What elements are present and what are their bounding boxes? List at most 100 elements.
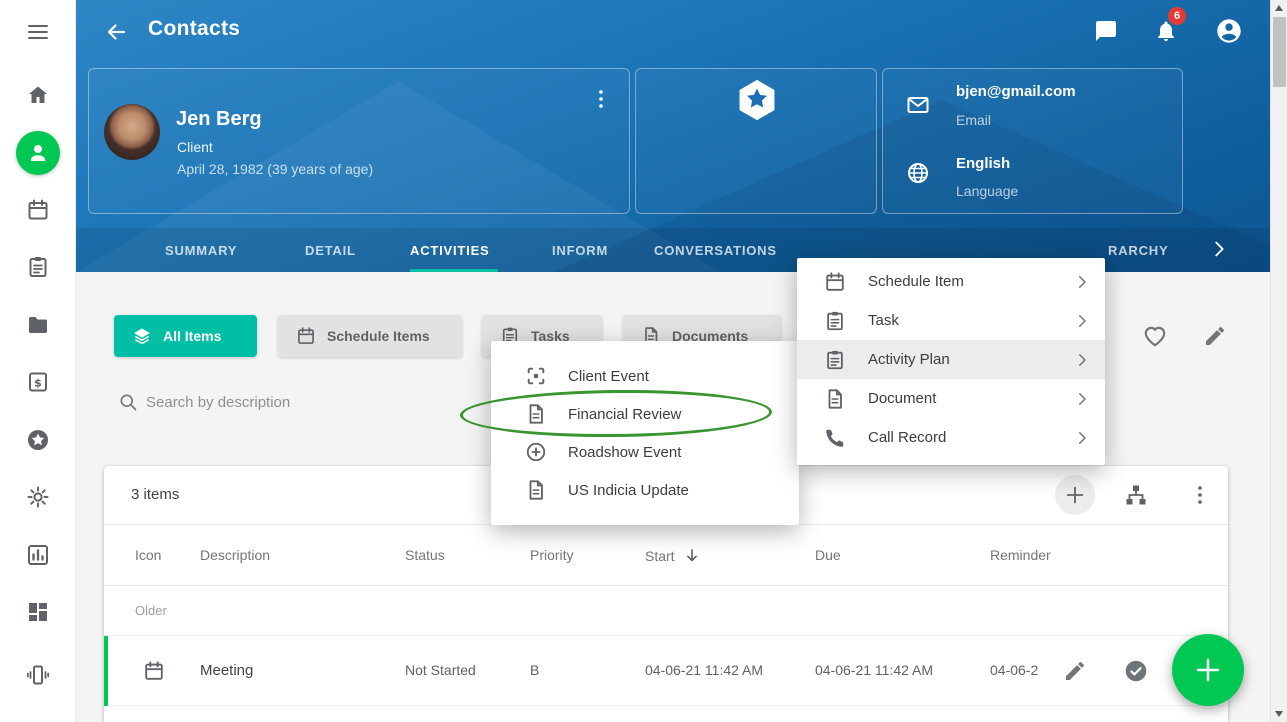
contacts-icon[interactable] <box>16 131 60 175</box>
notification-badge: 6 <box>1168 7 1186 25</box>
search-icon <box>118 392 138 412</box>
hierarchy-view-icon[interactable] <box>1124 483 1148 507</box>
edit-pencil-icon[interactable] <box>1203 324 1227 348</box>
row-accent-bar <box>104 636 108 706</box>
layers-icon <box>132 326 152 346</box>
menu-icon[interactable] <box>26 20 50 44</box>
scrollbar-up-arrow[interactable] <box>1275 5 1283 11</box>
email-icon <box>906 93 930 117</box>
client-event-icon <box>525 365 547 387</box>
chevron-right-icon <box>1073 273 1091 291</box>
filter-all-items-button[interactable]: All Items <box>114 315 257 357</box>
submenu-item-label: Client Event <box>568 368 649 385</box>
language-label: Language <box>956 183 1018 199</box>
calendar-icon <box>143 660 165 682</box>
tab-conversations[interactable]: CONVERSATIONS <box>654 243 777 258</box>
cell-start: 04-06-21 11:42 AM <box>645 662 763 678</box>
tab-hierarchy[interactable]: RARCHY <box>1108 243 1168 258</box>
document-icon <box>525 403 547 425</box>
tab-summary[interactable]: SUMMARY <box>165 243 237 258</box>
badge-card <box>635 68 877 214</box>
chevron-right-icon <box>1073 351 1091 369</box>
tabs-overflow-chevron-icon[interactable] <box>1208 238 1230 260</box>
column-status[interactable]: Status <box>405 547 445 563</box>
submenu-item-client-event[interactable]: Client Event <box>491 357 799 395</box>
add-item-button[interactable] <box>1055 475 1095 515</box>
activity-plan-submenu: Client Event Financial Review Roadshow E… <box>491 341 799 525</box>
plus-icon <box>1193 655 1223 685</box>
submenu-item-roadshow-event[interactable]: Roadshow Event <box>491 433 799 471</box>
add-fab-button[interactable] <box>1172 634 1244 706</box>
scrollbar[interactable] <box>1270 0 1287 722</box>
reports-icon[interactable] <box>26 543 50 567</box>
profile-card: Jen Berg Client April 28, 1982 (39 years… <box>88 68 630 214</box>
clipboard-icon <box>824 349 846 371</box>
account-icon[interactable] <box>1215 17 1243 45</box>
chat-icon[interactable] <box>1094 19 1118 43</box>
dashboard-icon[interactable] <box>26 600 50 624</box>
contact-email: bjen@gmail.com <box>956 83 1076 100</box>
email-label: Email <box>956 112 991 128</box>
mobile-icon[interactable] <box>26 663 50 687</box>
sidebar <box>0 0 76 722</box>
avatar <box>104 104 160 160</box>
contact-name: Jen Berg <box>176 108 262 131</box>
settings-icon[interactable] <box>26 485 50 509</box>
filter-schedule-items-button[interactable]: Schedule Items <box>278 315 462 357</box>
menu-item-activity-plan[interactable]: Activity Plan <box>797 340 1105 379</box>
column-icon[interactable]: Icon <box>135 547 161 563</box>
new-activity-menu: Schedule Item Task Activity Plan Documen… <box>797 258 1105 465</box>
calendar-icon <box>824 271 846 293</box>
scrollbar-down-arrow[interactable] <box>1275 711 1283 717</box>
column-start[interactable]: Start <box>645 547 701 565</box>
app-window: $ <box>0 0 1287 722</box>
contact-type: Client <box>177 139 213 155</box>
menu-item-document[interactable]: Document <box>797 379 1105 418</box>
column-due[interactable]: Due <box>815 547 841 563</box>
home-icon[interactable] <box>26 83 50 107</box>
cell-reminder: 04-06-2 <box>990 662 1038 678</box>
billing-icon[interactable] <box>26 370 50 394</box>
row-complete-check-icon[interactable] <box>1123 658 1149 684</box>
scrollbar-thumb[interactable] <box>1273 17 1286 87</box>
items-count: 3 items <box>131 486 179 503</box>
search-input[interactable] <box>146 388 476 416</box>
menu-item-label: Activity Plan <box>868 351 1073 368</box>
calendar-icon[interactable] <box>26 198 50 222</box>
chevron-right-icon <box>1073 429 1091 447</box>
tab-activities[interactable]: ACTIVITIES <box>410 243 490 258</box>
submenu-item-us-indicia-update[interactable]: US Indicia Update <box>491 471 799 509</box>
column-priority[interactable]: Priority <box>530 547 574 563</box>
column-description[interactable]: Description <box>200 547 270 563</box>
tasks-icon[interactable] <box>26 255 50 279</box>
plus-circle-icon <box>525 441 547 463</box>
profile-more-icon[interactable] <box>589 87 613 111</box>
tab-detail[interactable]: DETAIL <box>305 243 356 258</box>
row-edit-pencil-icon[interactable] <box>1063 659 1087 683</box>
contact-hero: Contacts 6 Jen Berg Client April 28, 198… <box>76 0 1270 272</box>
favorite-heart-icon[interactable] <box>1142 323 1168 349</box>
table-more-icon[interactable] <box>1188 483 1212 507</box>
menu-item-call-record[interactable]: Call Record <box>797 418 1105 457</box>
menu-item-task[interactable]: Task <box>797 301 1105 340</box>
submenu-item-label: Financial Review <box>568 406 681 423</box>
menu-item-schedule-item[interactable]: Schedule Item <box>797 262 1105 301</box>
page-title: Contacts <box>148 17 240 41</box>
favorites-icon[interactable] <box>26 428 50 452</box>
menu-item-label: Call Record <box>868 429 1073 446</box>
tab-inform[interactable]: INFORM <box>552 243 608 258</box>
folder-icon[interactable] <box>26 313 50 337</box>
table-row[interactable]: Meeting Not Started B 04-06-21 11:42 AM … <box>104 636 1228 706</box>
back-icon[interactable] <box>104 20 128 44</box>
contact-language: English <box>956 155 1010 172</box>
column-label: Start <box>645 548 675 564</box>
menu-item-label: Document <box>868 390 1073 407</box>
submenu-item-financial-review[interactable]: Financial Review <box>491 395 799 433</box>
cell-due: 04-06-21 11:42 AM <box>815 662 933 678</box>
document-icon <box>824 388 846 410</box>
calendar-icon <box>296 326 316 346</box>
submenu-item-label: US Indicia Update <box>568 482 689 499</box>
chevron-right-icon <box>1073 312 1091 330</box>
column-reminder[interactable]: Reminder <box>990 547 1051 563</box>
menu-item-label: Schedule Item <box>868 273 1073 290</box>
